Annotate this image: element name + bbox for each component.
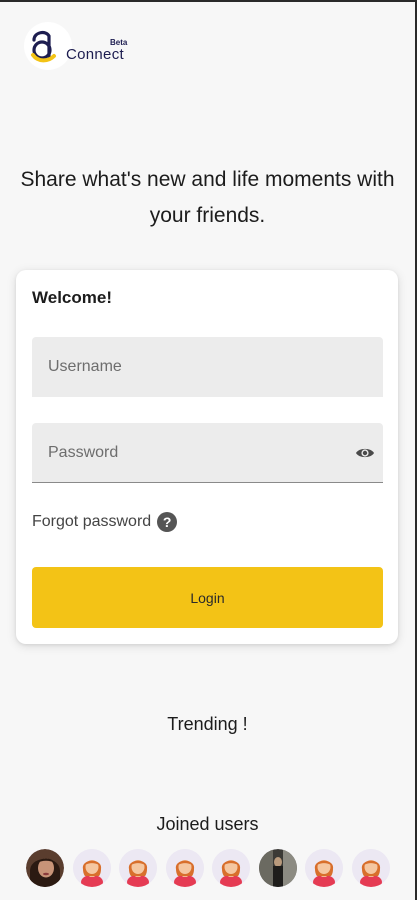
login-button[interactable]: Login — [32, 567, 383, 628]
default-avatar-icon — [305, 849, 343, 887]
default-avatar-icon — [212, 849, 250, 887]
default-avatar-icon — [351, 849, 390, 887]
username-input[interactable] — [32, 337, 383, 397]
user-avatar[interactable] — [258, 849, 297, 887]
window-top-border — [0, 0, 417, 2]
user-avatar[interactable] — [351, 849, 390, 887]
logo-wordmark: Connect — [66, 46, 124, 63]
password-field[interactable] — [32, 423, 383, 483]
password-input[interactable] — [32, 423, 383, 482]
default-avatar-icon — [119, 849, 157, 887]
default-avatar-icon — [72, 849, 111, 887]
login-card: Welcome! Forgot password ? Login — [16, 270, 398, 644]
user-avatar[interactable] — [165, 849, 204, 887]
user-avatar[interactable] — [212, 849, 250, 887]
welcome-heading: Welcome! — [32, 288, 112, 307]
eye-icon[interactable] — [355, 443, 375, 463]
joined-users-avatars — [26, 849, 390, 887]
app-logo: Beta Connect — [24, 22, 142, 70]
user-photo-icon — [258, 849, 297, 887]
user-avatar[interactable] — [305, 849, 343, 887]
default-avatar-icon — [165, 849, 204, 887]
user-avatar[interactable] — [26, 849, 64, 887]
user-photo-icon — [26, 849, 64, 887]
joined-users-heading: Joined users — [156, 814, 259, 834]
forgot-password-link[interactable]: Forgot password ? — [32, 510, 178, 534]
help-icon[interactable]: ? — [157, 512, 178, 532]
forgot-password-label: Forgot password — [32, 513, 152, 530]
tagline: Share what's new and life moments with y… — [20, 168, 395, 227]
logo-mark — [24, 22, 72, 70]
user-avatar[interactable] — [119, 849, 157, 887]
username-field[interactable] — [32, 337, 383, 397]
user-avatar[interactable] — [72, 849, 111, 887]
trending-heading: Trending ! — [167, 714, 248, 734]
